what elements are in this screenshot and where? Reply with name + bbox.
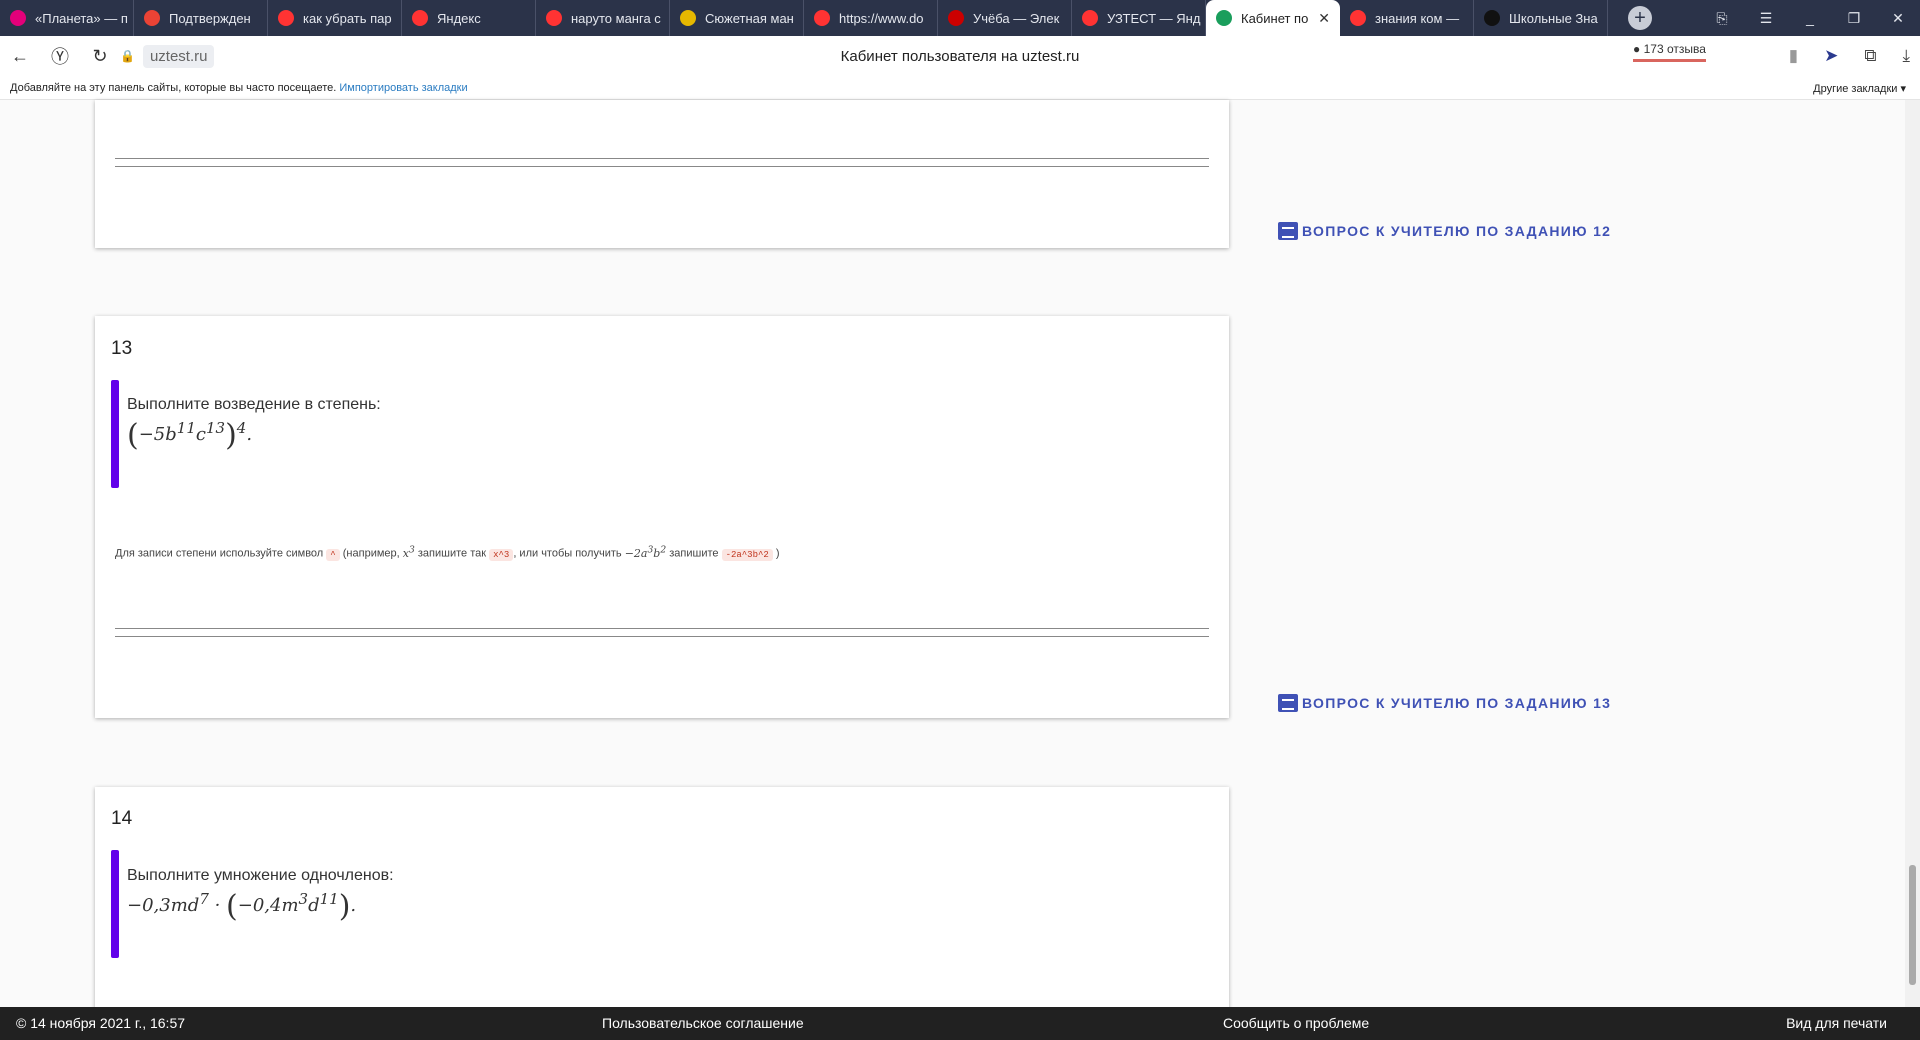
task-card-13: 13 Выполните возведение в степень: (−5b1…: [95, 316, 1229, 718]
close-tab-icon[interactable]: ✕: [1318, 10, 1330, 27]
tab-label: Яндекс: [437, 10, 481, 26]
tab-label: Учёба — Элек: [973, 10, 1060, 26]
browser-tab[interactable]: Подтвержден: [134, 0, 268, 36]
question: Выполните возведение в степень: (−5b11c1…: [127, 396, 381, 453]
task-card-12: [95, 100, 1229, 248]
url-field[interactable]: uztest.ru: [142, 44, 215, 68]
protect-icon[interactable]: ⧉: [1864, 46, 1876, 66]
restore-button[interactable]: ❐: [1832, 10, 1876, 27]
favicon-icon: [546, 10, 562, 26]
question-accent: [111, 850, 119, 958]
question-text: Выполните умножение одночленов:: [127, 867, 394, 884]
favicon-icon: [1082, 10, 1098, 26]
question-text: Выполните возведение в степень:: [127, 396, 381, 413]
report-problem-link[interactable]: Сообщить о проблеме: [1223, 1015, 1369, 1031]
ask-label: ВОПРОС К УЧИТЕЛЮ ПО ЗАДАНИЮ 13: [1302, 695, 1612, 711]
task-card-14: 14 Выполните умножение одночленов: −0,3m…: [95, 787, 1229, 1027]
browser-tab[interactable]: Школьные Зна: [1474, 0, 1608, 36]
tab-bar: «Планета» — п Подтвержден как убрать пар Ян…: [0, 0, 1920, 36]
ask-teacher-12[interactable]: ВОПРОС К УЧИТЕЛЮ ПО ЗАДАНИЮ 12: [1278, 222, 1611, 240]
reviews-badge[interactable]: ● 173 отзыва: [1633, 42, 1706, 62]
hint-text: Для записи степени используйте символ ^ …: [115, 544, 780, 561]
favicon-icon: [948, 10, 964, 26]
new-tab-button[interactable]: +: [1628, 6, 1652, 30]
close-window-button[interactable]: ✕: [1876, 10, 1920, 27]
browser-tab[interactable]: Учёба — Элек: [938, 0, 1072, 36]
bookmarks-icon[interactable]: ⎘: [1700, 10, 1744, 27]
formula: (−5b11c13)4.: [127, 418, 253, 453]
browser-tab[interactable]: Кабинет по ✕: [1206, 0, 1340, 36]
tab-label: https://www.do: [839, 10, 924, 26]
minimize-button[interactable]: _: [1788, 10, 1832, 27]
favicon-icon: [1484, 10, 1500, 26]
lock-icon: 🔒: [120, 49, 135, 63]
browser-tab[interactable]: Сюжетная ман: [670, 0, 804, 36]
browser-tab[interactable]: «Планета» — п: [0, 0, 134, 36]
tab-label: УЗТЕСТ — Янд: [1107, 10, 1201, 26]
task-number: 14: [111, 808, 133, 829]
comment-icon: [1278, 222, 1298, 240]
yandex-icon[interactable]: Ⓨ: [40, 43, 80, 69]
favicon-icon: [1350, 10, 1366, 26]
download-icon[interactable]: ⤓: [1902, 46, 1910, 66]
answer-line: [115, 158, 1209, 159]
favicon-icon: [680, 10, 696, 26]
bookmarks-bar: Добавляйте на эту панель сайты, которые …: [0, 76, 1920, 100]
browser-tab[interactable]: наруто манга с: [536, 0, 670, 36]
address-bar: ← Ⓨ ↻ 🔒 uztest.ru Кабинет пользователя н…: [0, 36, 1920, 76]
task-number: 13: [111, 338, 133, 359]
favicon-icon: [144, 10, 160, 26]
tab-label: как убрать пар: [303, 10, 392, 26]
scrollbar[interactable]: [1905, 100, 1920, 1007]
favicon-icon: [278, 10, 294, 26]
user-agreement-link[interactable]: Пользовательское соглашение: [602, 1015, 804, 1031]
formula: −0,3md7 · (−0,4m3d11).: [127, 889, 357, 924]
browser-tab[interactable]: как убрать пар: [268, 0, 402, 36]
bookmarks-hint: Добавляйте на эту панель сайты, которые …: [10, 82, 337, 94]
favicon-icon: [10, 10, 26, 26]
scrollbar-thumb[interactable]: [1909, 865, 1916, 985]
tab-label: Сюжетная ман: [705, 10, 794, 26]
answer-line[interactable]: [115, 628, 1209, 629]
favicon-icon: [412, 10, 428, 26]
tab-label: Кабинет по: [1241, 10, 1309, 26]
question-accent: [111, 380, 119, 488]
back-icon[interactable]: ←: [0, 46, 40, 67]
menu-icon[interactable]: ☰: [1744, 10, 1788, 27]
browser-tab[interactable]: Яндекс: [402, 0, 536, 36]
answer-line: [115, 166, 1209, 167]
tab-label: Подтвержден: [169, 10, 251, 26]
ask-teacher-13[interactable]: ВОПРОС К УЧИТЕЛЮ ПО ЗАДАНИЮ 13: [1278, 694, 1611, 712]
browser-tab[interactable]: знания ком —: [1340, 0, 1474, 36]
favicon-icon: [814, 10, 830, 26]
tab-label: Школьные Зна: [1509, 10, 1598, 26]
comment-icon: [1278, 694, 1298, 712]
footer: © 14 ноября 2021 г., 16:57 Пользовательс…: [0, 1007, 1920, 1040]
tab-label: «Планета» — п: [35, 10, 128, 26]
page-title: Кабинет пользователя на uztest.ru: [840, 47, 1080, 65]
browser-tab[interactable]: УЗТЕСТ — Янд: [1072, 0, 1206, 36]
answer-line: [115, 636, 1209, 637]
browser-tab[interactable]: https://www.do: [804, 0, 938, 36]
import-bookmarks-link[interactable]: Импортировать закладки: [339, 82, 467, 94]
alice-icon[interactable]: ➤: [1824, 46, 1838, 66]
tab-label: знания ком —: [1375, 10, 1460, 26]
ask-label: ВОПРОС К УЧИТЕЛЮ ПО ЗАДАНИЮ 12: [1302, 223, 1612, 239]
bookmark-icon[interactable]: ▮: [1789, 46, 1798, 66]
tab-label: наруто манга с: [571, 10, 661, 26]
window-controls: ⎘ ☰ _ ❐ ✕: [1700, 10, 1920, 27]
reload-icon[interactable]: ↻: [80, 46, 120, 67]
reviews-label: 173 отзыва: [1643, 42, 1706, 56]
print-view-link[interactable]: Вид для печати: [1786, 1015, 1887, 1031]
question: Выполните умножение одночленов: −0,3md7 …: [127, 867, 394, 924]
footer-date: © 14 ноября 2021 г., 16:57: [16, 1015, 186, 1031]
other-bookmarks[interactable]: Другие закладки ▾: [1813, 82, 1906, 95]
favicon-icon: [1216, 10, 1232, 26]
